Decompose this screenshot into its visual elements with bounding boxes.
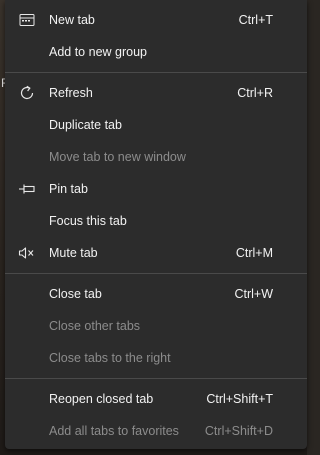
menu-item-shortcut: Ctrl+T [238, 13, 273, 27]
menu-item-new-tab[interactable]: New tab Ctrl+T [5, 4, 307, 36]
menu-item-label: Add to new group [49, 45, 147, 59]
menu-item-label: Close tabs to the right [49, 351, 171, 365]
mute-icon [18, 244, 36, 262]
menu-item-label: Focus this tab [49, 214, 127, 228]
menu-item-add-to-new-group[interactable]: Add to new group [5, 36, 307, 68]
menu-item-shortcut: Ctrl+Shift+T [206, 392, 273, 406]
menu-item-label: Refresh [49, 86, 93, 100]
menu-item-shortcut: Ctrl+M [235, 246, 273, 260]
menu-item-label: Mute tab [49, 246, 98, 260]
menu-item-close-tabs-to-the-right[interactable]: Close tabs to the right [5, 342, 307, 374]
menu-item-close-other-tabs[interactable]: Close other tabs [5, 310, 307, 342]
menu-item-shortcut: Ctrl+R [237, 86, 273, 100]
menu-item-duplicate-tab[interactable]: Duplicate tab [5, 109, 307, 141]
pin-icon [18, 180, 36, 198]
menu-item-shortcut: Ctrl+Shift+D [204, 424, 273, 438]
menu-item-label: Reopen closed tab [49, 392, 154, 406]
menu-item-add-all-tabs-to-favorites[interactable]: Add all tabs to favorites Ctrl+Shift+D [5, 415, 307, 447]
tab-context-menu: New tab Ctrl+T Add to new group Refresh … [5, 0, 307, 449]
menu-item-mute-tab[interactable]: Mute tab Ctrl+M [5, 237, 307, 269]
menu-item-label: Pin tab [49, 182, 88, 196]
menu-item-label: Move tab to new window [49, 150, 186, 164]
menu-separator [5, 378, 307, 379]
menu-item-label: Close tab [49, 287, 102, 301]
menu-item-move-tab-to-new-window[interactable]: Move tab to new window [5, 141, 307, 173]
menu-item-refresh[interactable]: Refresh Ctrl+R [5, 77, 307, 109]
menu-item-pin-tab[interactable]: Pin tab [5, 173, 307, 205]
menu-item-reopen-closed-tab[interactable]: Reopen closed tab Ctrl+Shift+T [5, 383, 307, 415]
menu-item-shortcut: Ctrl+W [234, 287, 273, 301]
menu-item-label: Close other tabs [49, 319, 141, 333]
menu-separator [5, 72, 307, 73]
menu-item-label: Duplicate tab [49, 118, 122, 132]
menu-separator [5, 273, 307, 274]
refresh-icon [18, 84, 36, 102]
menu-item-label: New tab [49, 13, 95, 27]
menu-item-focus-this-tab[interactable]: Focus this tab [5, 205, 307, 237]
menu-item-close-tab[interactable]: Close tab Ctrl+W [5, 278, 307, 310]
new-tab-icon [18, 11, 36, 29]
menu-item-label: Add all tabs to favorites [49, 424, 179, 438]
